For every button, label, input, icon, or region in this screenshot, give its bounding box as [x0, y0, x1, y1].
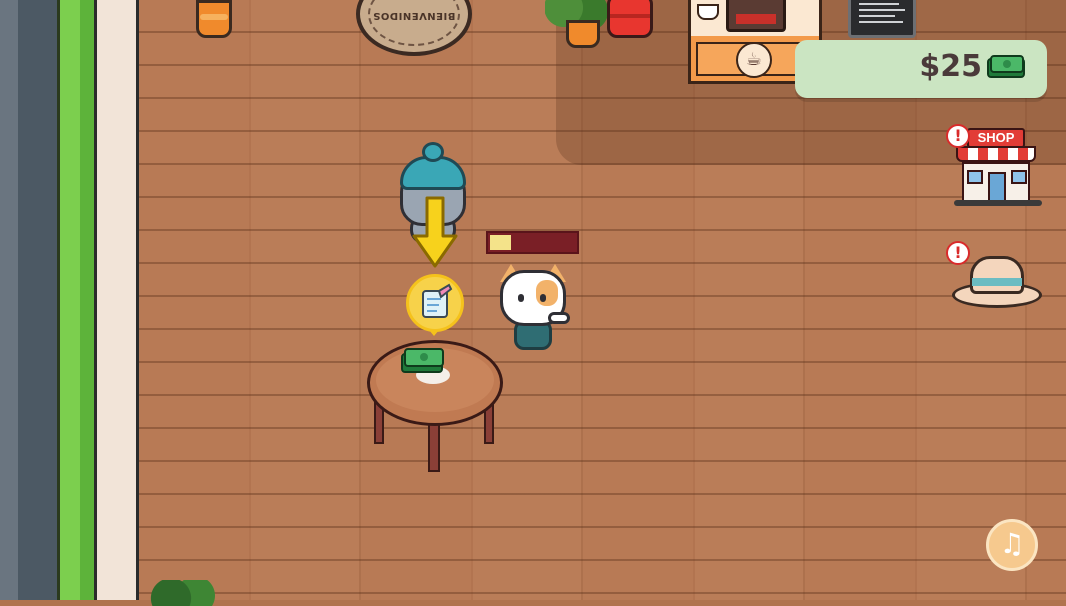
down-arrow-icon [412, 196, 458, 268]
hat-band [972, 278, 1022, 286]
espresso-machine-panel [736, 14, 776, 24]
sidewalk [94, 0, 136, 600]
service-progress-fill [490, 235, 511, 250]
order-notepad-icon [422, 283, 453, 318]
menu-line [859, 3, 899, 5]
shop-alert-icon: ! [946, 124, 970, 148]
shop-awning [956, 146, 1036, 162]
shop-window [967, 170, 983, 184]
waiter-eye [518, 294, 524, 302]
coffee-cup [697, 4, 719, 20]
shop-sign[interactable]: SHOP [967, 128, 1025, 148]
waiter-eye [540, 294, 546, 302]
welcome-mat-text: BIENVENIDOS [372, 10, 456, 21]
menu-line [859, 21, 903, 23]
plant-pot-rim [200, 14, 228, 20]
cash-stack-icon[interactable] [400, 346, 446, 374]
shop-base [954, 200, 1042, 206]
waiter-arm [548, 312, 570, 324]
menu-line [859, 9, 905, 11]
trash-can-band [610, 14, 650, 18]
coffee-cup-icon: ☕ [736, 42, 772, 78]
money-amount: $25 [919, 49, 982, 84]
shop-window [1011, 170, 1027, 184]
road-edge [0, 0, 18, 600]
music-note-icon[interactable]: ♫ [986, 519, 1038, 571]
red-trash-can [607, 0, 653, 38]
beanie-pom [422, 142, 444, 162]
table-leg [428, 420, 440, 472]
waiter-fur-patch [536, 280, 558, 306]
potted-plant-bottom [150, 580, 220, 606]
hat-icon [970, 256, 1024, 294]
hat-alert-icon: ! [946, 241, 970, 265]
menu-chalkboard [848, 0, 916, 38]
plant-pot-top [566, 20, 600, 48]
shop-door [988, 172, 1006, 202]
cash-icon [987, 55, 1025, 78]
grass-shade [80, 0, 94, 600]
menu-line [859, 15, 895, 17]
